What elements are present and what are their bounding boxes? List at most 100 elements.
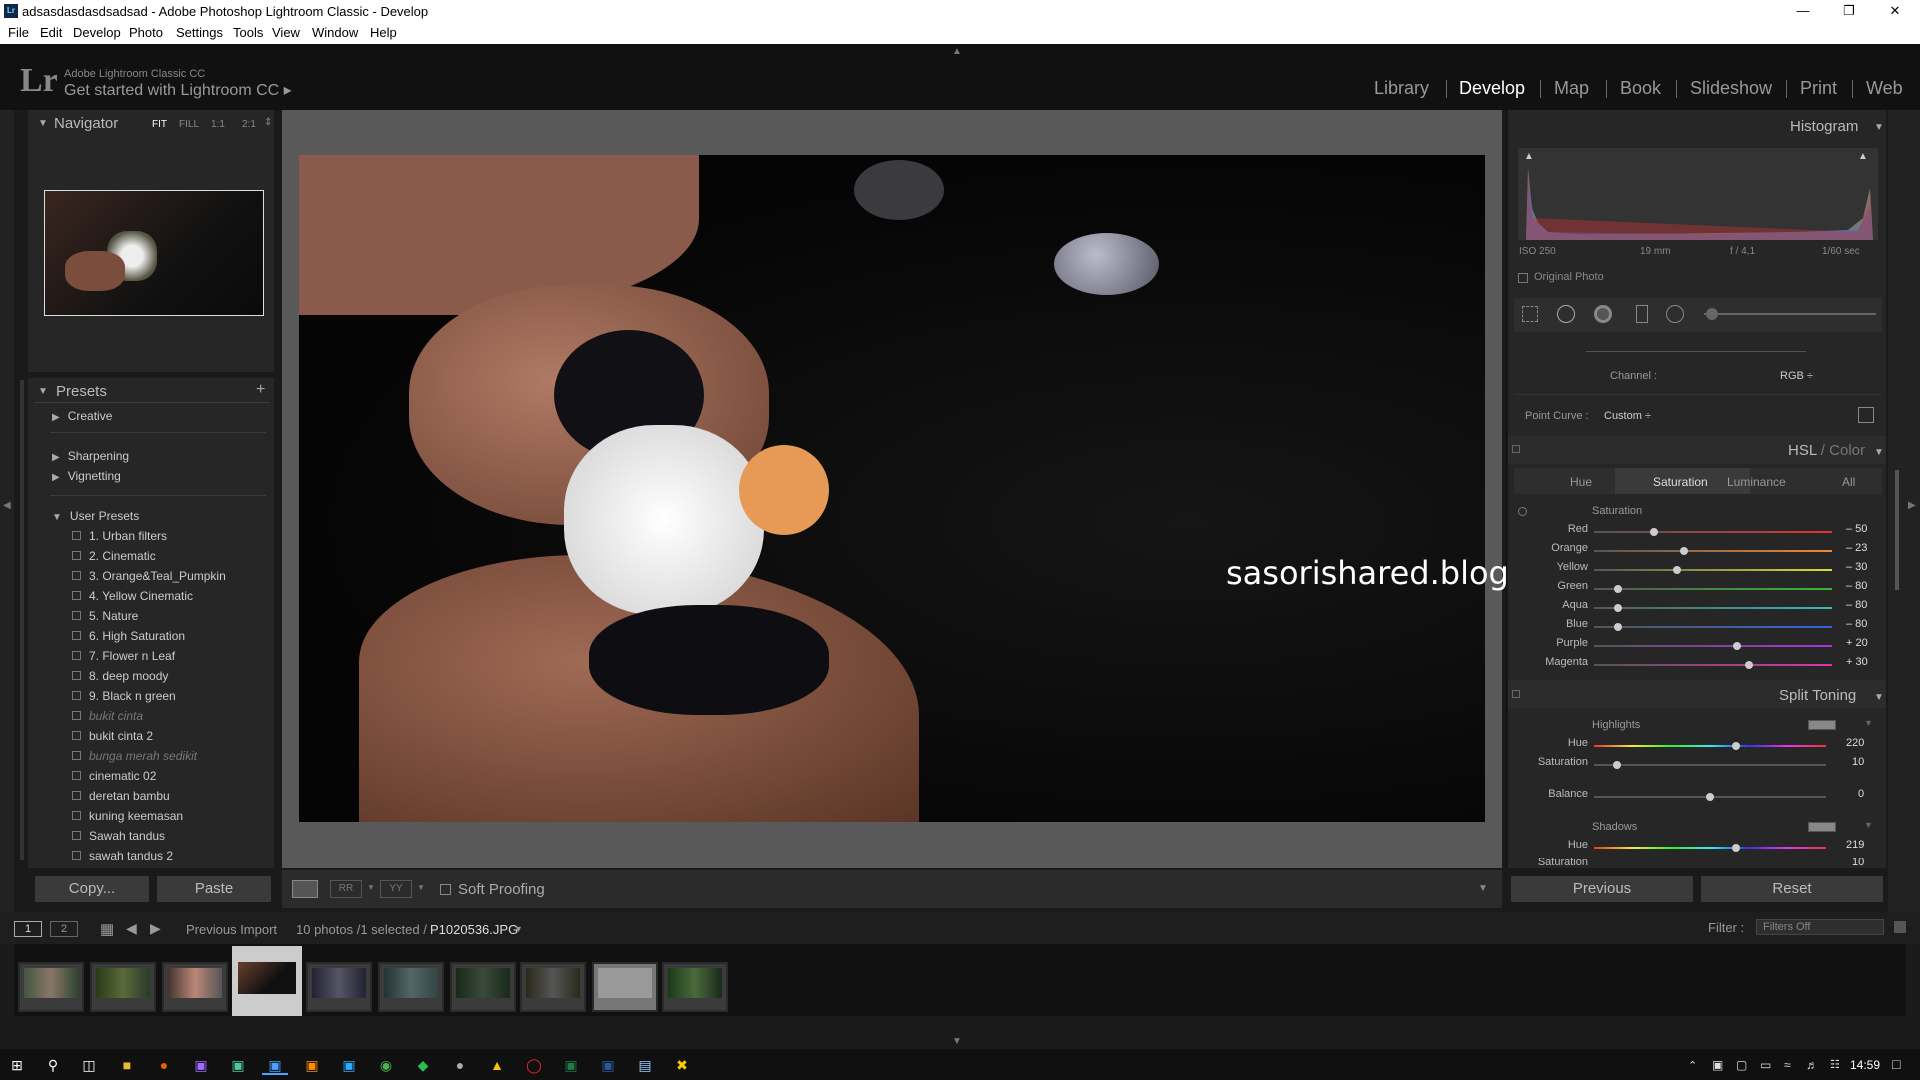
hsl-yellow-slider[interactable]	[1594, 566, 1832, 574]
target-adjust-icon[interactable]	[1518, 507, 1527, 516]
grid-view-icon[interactable]: ▦	[100, 920, 114, 938]
monitor-2-button[interactable]: 2	[50, 921, 78, 937]
preset-item[interactable]: bukit cinta 2	[72, 729, 153, 743]
thumbnail[interactable]	[520, 962, 586, 1012]
preset-group-vignetting[interactable]: ▶ Vignetting	[52, 469, 121, 483]
before-after-icon[interactable]: RR	[330, 880, 362, 898]
menu-settings[interactable]: Settings	[176, 25, 223, 40]
menu-develop[interactable]: Develop	[73, 25, 121, 40]
preset-item[interactable]: 4. Yellow Cinematic	[72, 589, 193, 603]
app-icon[interactable]: ▲	[484, 1055, 510, 1075]
slider-knob[interactable]	[1649, 528, 1658, 536]
right-scrollbar[interactable]	[1895, 470, 1899, 590]
dropdown-icon[interactable]: ▼	[417, 883, 425, 892]
slider-knob[interactable]	[1744, 661, 1753, 669]
swatch-dropdown-icon[interactable]: ▼	[1864, 718, 1873, 728]
hsl-aqua-slider[interactable]	[1594, 604, 1832, 612]
photoshop-icon[interactable]: ▣	[336, 1055, 362, 1075]
slider-knob[interactable]	[1731, 742, 1740, 750]
tab-hue[interactable]: Hue	[1570, 475, 1592, 489]
chrome-icon[interactable]: ◉	[373, 1055, 399, 1075]
hsl-red-slider[interactable]	[1594, 528, 1832, 536]
collapse-triangle-icon[interactable]: ▼	[38, 118, 48, 129]
filter-lock-icon[interactable]	[1894, 921, 1906, 933]
preset-item[interactable]: sawah tandus 2	[72, 849, 173, 863]
tray-icon[interactable]: ▣	[1712, 1058, 1723, 1072]
highlight-hue-slider[interactable]	[1594, 742, 1826, 750]
back-arrow-icon[interactable]: ◀	[126, 920, 137, 937]
excel-icon[interactable]: ▣	[558, 1055, 584, 1075]
lightroom-taskbar-icon[interactable]: ▣	[262, 1055, 288, 1075]
notifications-icon[interactable]: □	[1892, 1056, 1900, 1072]
highlights-color-swatch[interactable]	[1808, 720, 1836, 730]
zoom-stepper-icon[interactable]: ⇕	[264, 117, 272, 128]
task-view-icon[interactable]: ◫	[76, 1055, 102, 1075]
swatch-dropdown-icon[interactable]: ▼	[1864, 820, 1873, 830]
menu-window[interactable]: Window	[312, 25, 358, 40]
minimize-button[interactable]: —	[1780, 0, 1826, 22]
language-icon[interactable]: ☷	[1830, 1058, 1840, 1071]
hsl-purple-value[interactable]: + 20	[1846, 637, 1886, 649]
module-slideshow[interactable]: Slideshow	[1690, 78, 1772, 99]
toolbar-menu-icon[interactable]: ▼	[1478, 883, 1488, 894]
soft-proofing-checkbox[interactable]	[440, 884, 451, 895]
red-eye-icon[interactable]	[1594, 305, 1612, 323]
hsl-magenta-slider[interactable]	[1594, 661, 1832, 669]
collapse-right-arrow[interactable]: ▶	[1908, 500, 1916, 511]
monitor-1-button[interactable]: 1	[14, 921, 42, 937]
maximize-button[interactable]: ❐	[1826, 0, 1872, 22]
tab-luminance[interactable]: Luminance	[1727, 475, 1786, 489]
module-book[interactable]: Book	[1620, 78, 1661, 99]
slider-knob[interactable]	[1613, 604, 1622, 612]
thumbnail[interactable]	[592, 962, 658, 1012]
slider-knob[interactable]	[1731, 844, 1740, 852]
audition-icon[interactable]: ▣	[225, 1055, 251, 1075]
preset-group-creative[interactable]: ▶ Creative	[52, 409, 112, 423]
module-web[interactable]: Web	[1866, 78, 1903, 99]
shadow-clip-icon[interactable]: ▲	[1524, 151, 1534, 162]
previous-button[interactable]: Previous	[1510, 875, 1694, 903]
menu-edit[interactable]: Edit	[40, 25, 62, 40]
collapse-triangle-icon[interactable]: ▼	[1874, 447, 1884, 458]
forward-arrow-icon[interactable]: ▶	[150, 920, 161, 937]
original-photo-checkbox[interactable]	[1518, 273, 1528, 283]
spot-removal-icon[interactable]	[1557, 305, 1575, 323]
module-map[interactable]: Map	[1554, 78, 1589, 99]
preset-group-sharpening[interactable]: ▶ Sharpening	[52, 449, 129, 463]
filename[interactable]: P1020536.JPG	[430, 922, 518, 937]
premiere-icon[interactable]: ▣	[188, 1055, 214, 1075]
shadow-hue-slider[interactable]	[1594, 844, 1826, 852]
shadow-saturation-value[interactable]: 10	[1852, 858, 1886, 868]
preset-item[interactable]: 1. Urban filters	[72, 529, 167, 543]
notepad-icon[interactable]: ▤	[632, 1055, 658, 1075]
slider-knob[interactable]	[1732, 642, 1741, 650]
crop-tool-icon[interactable]	[1522, 306, 1538, 322]
preset-group-user[interactable]: ▼ User Presets	[52, 509, 139, 523]
thumbnail-selected[interactable]	[232, 946, 302, 1016]
zoom-fill[interactable]: FILL	[179, 119, 199, 130]
thumbnail[interactable]	[90, 962, 156, 1012]
start-button-icon[interactable]: ⊞	[4, 1055, 30, 1075]
hsl-blue-value[interactable]: – 80	[1846, 618, 1886, 630]
menu-view[interactable]: View	[272, 25, 300, 40]
app-icon[interactable]: ●	[447, 1055, 473, 1075]
menu-tools[interactable]: Tools	[233, 25, 263, 40]
shadows-color-swatch[interactable]	[1808, 822, 1836, 832]
tray-up-icon[interactable]: ⌃	[1688, 1059, 1697, 1072]
opera-icon[interactable]: ◯	[521, 1055, 547, 1075]
swap-icon[interactable]: YY	[380, 880, 412, 898]
copy-button[interactable]: Copy...	[34, 875, 150, 903]
preset-item[interactable]: 8. deep moody	[72, 669, 168, 683]
menu-help[interactable]: Help	[370, 25, 397, 40]
zoom-2-1[interactable]: 2:1	[242, 119, 256, 130]
tab-saturation[interactable]: Saturation	[1653, 475, 1708, 489]
histogram-graph[interactable]: ▲ ▲	[1518, 148, 1878, 240]
dropdown-icon[interactable]: ▼	[367, 883, 375, 892]
collapse-bottom-arrow[interactable]: ▼	[952, 1036, 962, 1047]
radial-filter-icon[interactable]	[1666, 305, 1684, 323]
channel-select[interactable]: RGB ÷	[1780, 370, 1813, 382]
volume-icon[interactable]: ♬	[1806, 1058, 1818, 1072]
balance-slider[interactable]	[1594, 793, 1826, 801]
slider-knob[interactable]	[1613, 623, 1622, 631]
highlight-saturation-value[interactable]: 10	[1852, 756, 1892, 768]
